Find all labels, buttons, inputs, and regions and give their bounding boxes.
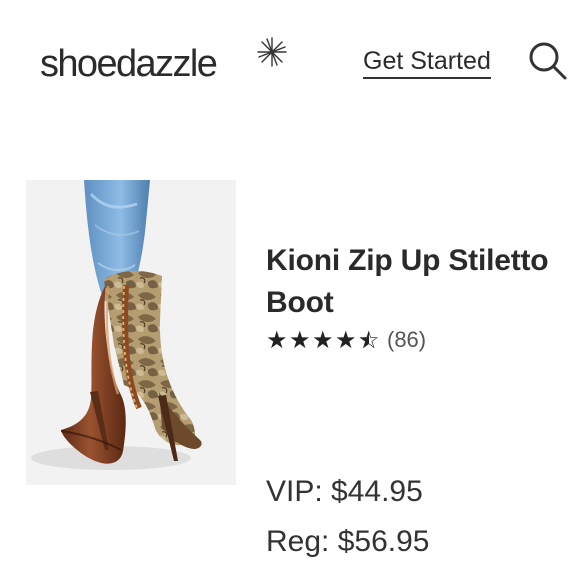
search-icon bbox=[529, 42, 567, 80]
search-button[interactable] bbox=[526, 39, 570, 83]
review-count[interactable]: (86) bbox=[387, 328, 426, 352]
vip-price: VIP: $44.95 bbox=[266, 475, 423, 508]
site-header: shoedazzle Get Started bbox=[0, 0, 579, 121]
star-icon: ★ bbox=[266, 326, 288, 354]
get-started-link[interactable]: Get Started bbox=[363, 45, 491, 79]
regular-price: Reg: $56.95 bbox=[266, 525, 430, 558]
half-star-icon: ☆ ★ bbox=[358, 326, 380, 354]
product-rating[interactable]: ★ ★ ★ ★ ☆ ★ (86) bbox=[266, 323, 426, 357]
star-icon: ★ bbox=[335, 326, 357, 354]
boot-product-image bbox=[26, 180, 236, 485]
star-icon: ★ bbox=[312, 326, 334, 354]
sparkle-icon bbox=[257, 37, 287, 67]
star-icon: ★ bbox=[289, 326, 311, 354]
product-image[interactable] bbox=[26, 180, 236, 485]
shoedazzle-logo[interactable]: shoedazzle bbox=[40, 30, 290, 90]
star-rating: ★ ★ ★ ★ ☆ ★ bbox=[266, 328, 380, 352]
product-page: shoedazzle Get Started Kioni Zip Up Stil… bbox=[0, 0, 579, 580]
logo-wordmark: shoedazzle bbox=[40, 43, 218, 85]
product-title: Kioni Zip Up Stiletto Boot bbox=[266, 244, 549, 320]
header-spacing bbox=[0, 121, 579, 179]
